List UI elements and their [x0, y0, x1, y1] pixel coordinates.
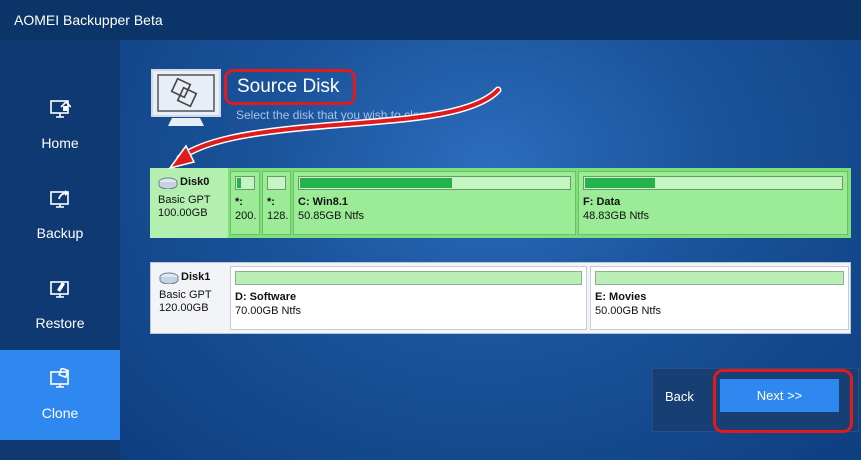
sidebar: Home Backup Restore Clone [0, 40, 120, 460]
home-icon [50, 100, 71, 118]
partition-block[interactable]: C: Win8.1 50.85GB Ntfs [293, 171, 576, 235]
partition-desc: 200. [235, 210, 257, 222]
partition-desc: 70.00GB Ntfs [235, 305, 302, 317]
disk-size: 120.00GB [159, 302, 209, 314]
disk-type: Basic GPT [158, 194, 211, 206]
partition-block[interactable]: *: 200. [230, 171, 260, 235]
disk-name: Disk1 [181, 271, 211, 283]
disk-row-disk0[interactable]: Disk0 Basic GPT 100.00GB *: 200. *: 128.… [150, 168, 851, 238]
sidebar-item-label: Backup [36, 225, 84, 241]
usage-bar [235, 176, 255, 190]
sidebar-item-label: Clone [41, 405, 79, 421]
partition-block[interactable]: *: 128. [262, 171, 291, 235]
main-panel: Source Disk Select the disk that you wis… [120, 40, 861, 460]
partition-desc: 48.83GB Ntfs [583, 210, 650, 222]
disk-type: Basic GPT [159, 289, 212, 301]
partition-label: D: Software [235, 291, 297, 303]
wizard-button-panel: Back Next >> [652, 368, 859, 433]
sidebar-item-home[interactable]: Home [0, 80, 120, 170]
monitor-clone-icon [151, 69, 221, 126]
partition-block[interactable]: D: Software 70.00GB Ntfs [230, 266, 587, 330]
partition-desc: 128. [267, 210, 288, 222]
hard-disk-icon [159, 272, 179, 284]
sidebar-item-backup[interactable]: Backup [0, 170, 120, 260]
hard-disk-icon [158, 177, 178, 189]
partition-label: *: [267, 196, 275, 208]
disk-name: Disk0 [180, 176, 210, 188]
partition-label: *: [235, 196, 243, 208]
disk-info: Disk0 Basic GPT 100.00GB [150, 168, 228, 238]
sidebar-item-label: Restore [35, 315, 85, 331]
usage-bar [298, 176, 571, 190]
partition-label: F: Data [583, 196, 621, 208]
window-title: AOMEI Backupper Beta [0, 0, 861, 40]
clone-icon [50, 368, 70, 388]
next-highlight-annotation [713, 369, 853, 433]
disk-size: 100.00GB [158, 207, 208, 219]
sidebar-item-label: Home [41, 135, 79, 151]
page-title: Source Disk [224, 69, 356, 105]
usage-bar [583, 176, 843, 190]
partition-desc: 50.00GB Ntfs [595, 305, 662, 317]
restore-icon [50, 281, 69, 298]
disk-info: Disk1 Basic GPT 120.00GB [151, 263, 229, 333]
back-button[interactable]: Back [665, 389, 694, 404]
usage-bar [595, 271, 844, 285]
partition-block[interactable]: F: Data 48.83GB Ntfs [578, 171, 848, 235]
partition-label: C: Win8.1 [298, 196, 349, 208]
usage-bar [235, 271, 582, 285]
page-subtitle: Select the disk that you wish to clone [236, 108, 433, 122]
sidebar-item-clone[interactable]: Clone [0, 350, 120, 440]
disk-row-disk1[interactable]: Disk1 Basic GPT 120.00GB D: Software 70.… [150, 262, 851, 334]
partition-desc: 50.85GB Ntfs [298, 210, 365, 222]
sidebar-item-restore[interactable]: Restore [0, 260, 120, 350]
backup-icon [50, 190, 69, 208]
usage-bar [267, 176, 286, 190]
partition-block[interactable]: E: Movies 50.00GB Ntfs [590, 266, 849, 330]
partition-label: E: Movies [595, 291, 647, 303]
